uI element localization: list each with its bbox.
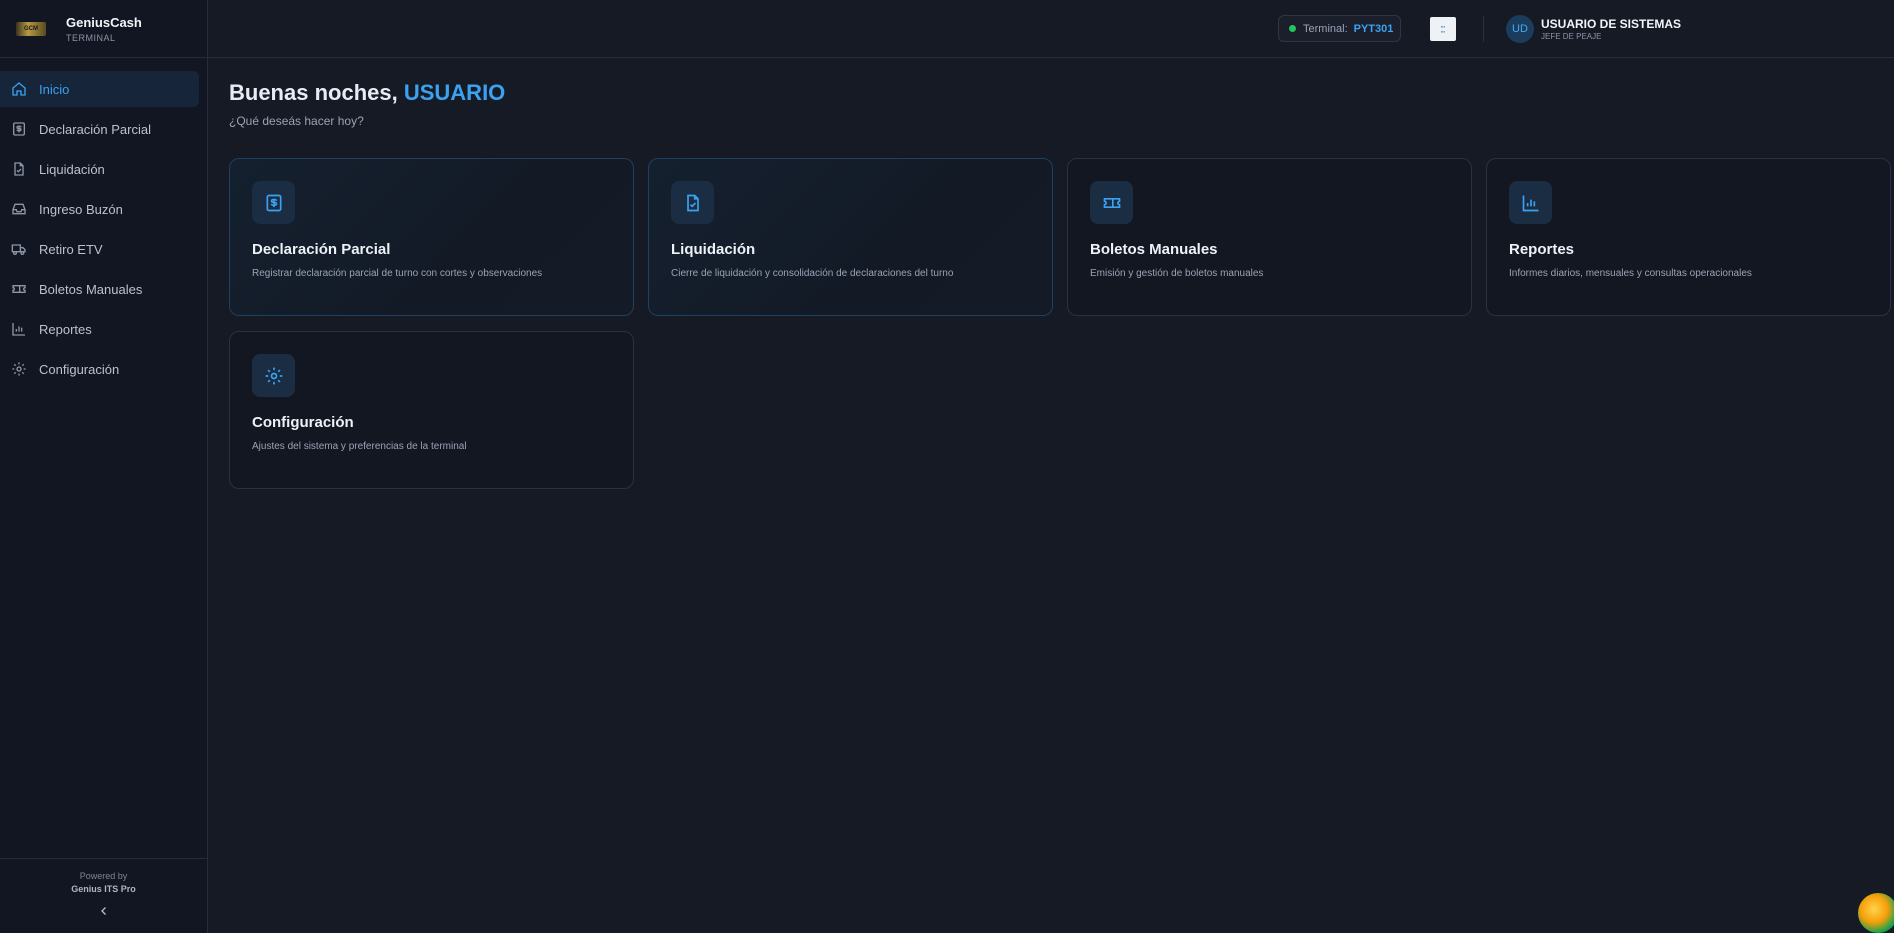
gear-icon [10, 360, 28, 378]
truck-icon [10, 240, 28, 258]
bar-chart-icon [1509, 181, 1552, 224]
greeting-user: USUARIO [403, 80, 506, 105]
brand-subtitle: TERMINAL [66, 32, 116, 43]
dollar-doc-icon [252, 181, 295, 224]
user-role: JEFE DE PEAJE [1541, 32, 1602, 41]
dollar-doc-icon [10, 120, 28, 138]
card-description: Cierre de liquidación y consolidación de… [671, 268, 954, 279]
terminal-label: Terminal: [1303, 22, 1348, 35]
brand-name: GeniusCash [66, 14, 142, 30]
greeting-text: Buenas noches, [229, 80, 398, 105]
chevron-left-icon [98, 904, 110, 922]
card-title: Declaración Parcial [252, 241, 391, 258]
card-title: Liquidación [671, 241, 756, 258]
sidebar-item-label: Ingreso Buzón [39, 201, 123, 217]
ticket-icon [1090, 181, 1133, 224]
card-title: Boletos Manuales [1090, 241, 1218, 258]
sidebar-item-liquidacion[interactable]: Liquidación [0, 151, 199, 187]
sidebar-item-boletos-manuales[interactable]: Boletos Manuales [0, 271, 199, 307]
powered-by-label: Powered by [79, 871, 128, 881]
sidebar-item-declaracion-parcial[interactable]: Declaración Parcial [0, 111, 199, 147]
card-description: Emisión y gestión de boletos manuales [1090, 268, 1264, 279]
card-description: Ajustes del sistema y preferencias de la… [252, 441, 467, 452]
sidebar-item-label: Retiro ETV [39, 241, 103, 257]
inbox-icon [10, 200, 28, 218]
gear-icon [252, 354, 295, 397]
bar-chart-icon [10, 320, 28, 338]
terminal-code: PYT301 [1353, 22, 1394, 35]
page-title: Buenas noches, USUARIO [229, 80, 505, 106]
card-title: Configuración [252, 414, 354, 431]
user-name[interactable]: USUARIO DE SISTEMAS [1541, 17, 1681, 31]
sidebar-item-label: Reportes [39, 321, 92, 337]
collapse-sidebar-button[interactable] [0, 904, 207, 922]
powered-by-product: Genius ITS Pro [71, 884, 136, 894]
file-check-icon [10, 160, 28, 178]
sidebar-item-retiro-etv[interactable]: Retiro ETV [0, 231, 199, 267]
card-boletos-manuales[interactable]: Boletos Manuales Emisión y gestión de bo… [1067, 158, 1472, 316]
sidebar-item-reportes[interactable]: Reportes [0, 311, 199, 347]
card-configuracion[interactable]: Configuración Ajustes del sistema y pref… [229, 331, 634, 489]
sidebar-item-label: Liquidación [39, 161, 105, 177]
assistant-launcher-icon[interactable] [1858, 893, 1894, 933]
file-check-icon [671, 181, 714, 224]
header-divider [1483, 16, 1484, 42]
sidebar-item-ingreso-buzon[interactable]: Ingreso Buzón [0, 191, 199, 227]
sidebar-item-label: Declaración Parcial [39, 121, 151, 137]
welcome-section: Buenas noches, USUARIO ¿Qué deseás hacer… [229, 80, 505, 128]
sidebar: GCM GeniusCash TERMINAL Inicio Declaraci… [0, 0, 208, 933]
sidebar-item-label: Inicio [39, 81, 70, 97]
sidebar-item-configuracion[interactable]: Configuración [0, 351, 199, 387]
sidebar-item-inicio[interactable]: Inicio [0, 71, 199, 107]
home-icon [10, 80, 28, 98]
sidebar-item-label: Configuración [39, 361, 120, 377]
sidebar-footer: Powered by Genius ITS Pro [0, 858, 207, 933]
card-title: Reportes [1509, 241, 1575, 258]
avatar[interactable]: UD [1506, 15, 1534, 43]
card-reportes[interactable]: Reportes Informes diarios, mensuales y c… [1486, 158, 1891, 316]
status-dot-icon [1289, 25, 1296, 32]
sidebar-item-label: Boletos Manuales [39, 281, 143, 297]
sidebar-nav: Inicio Declaración Parcial Liquidación I… [0, 58, 207, 387]
card-liquidacion[interactable]: Liquidación Cierre de liquidación y cons… [648, 158, 1053, 316]
card-declaracion-parcial[interactable]: Declaración Parcial Registrar declaració… [229, 158, 634, 316]
brand[interactable]: GCM GeniusCash TERMINAL [0, 0, 207, 58]
page-subtitle: ¿Qué deseás hacer hoy? [229, 114, 364, 128]
ticket-icon [10, 280, 28, 298]
card-description: Informes diarios, mensuales y consultas … [1509, 268, 1752, 279]
terminal-status-badge: Terminal: PYT301 [1278, 15, 1401, 42]
card-description: Registrar declaración parcial de turno c… [252, 268, 543, 279]
partner-logo: ▪▪▪ ▪▪▪ [1430, 17, 1456, 41]
brand-logo: GCM [16, 21, 46, 36]
